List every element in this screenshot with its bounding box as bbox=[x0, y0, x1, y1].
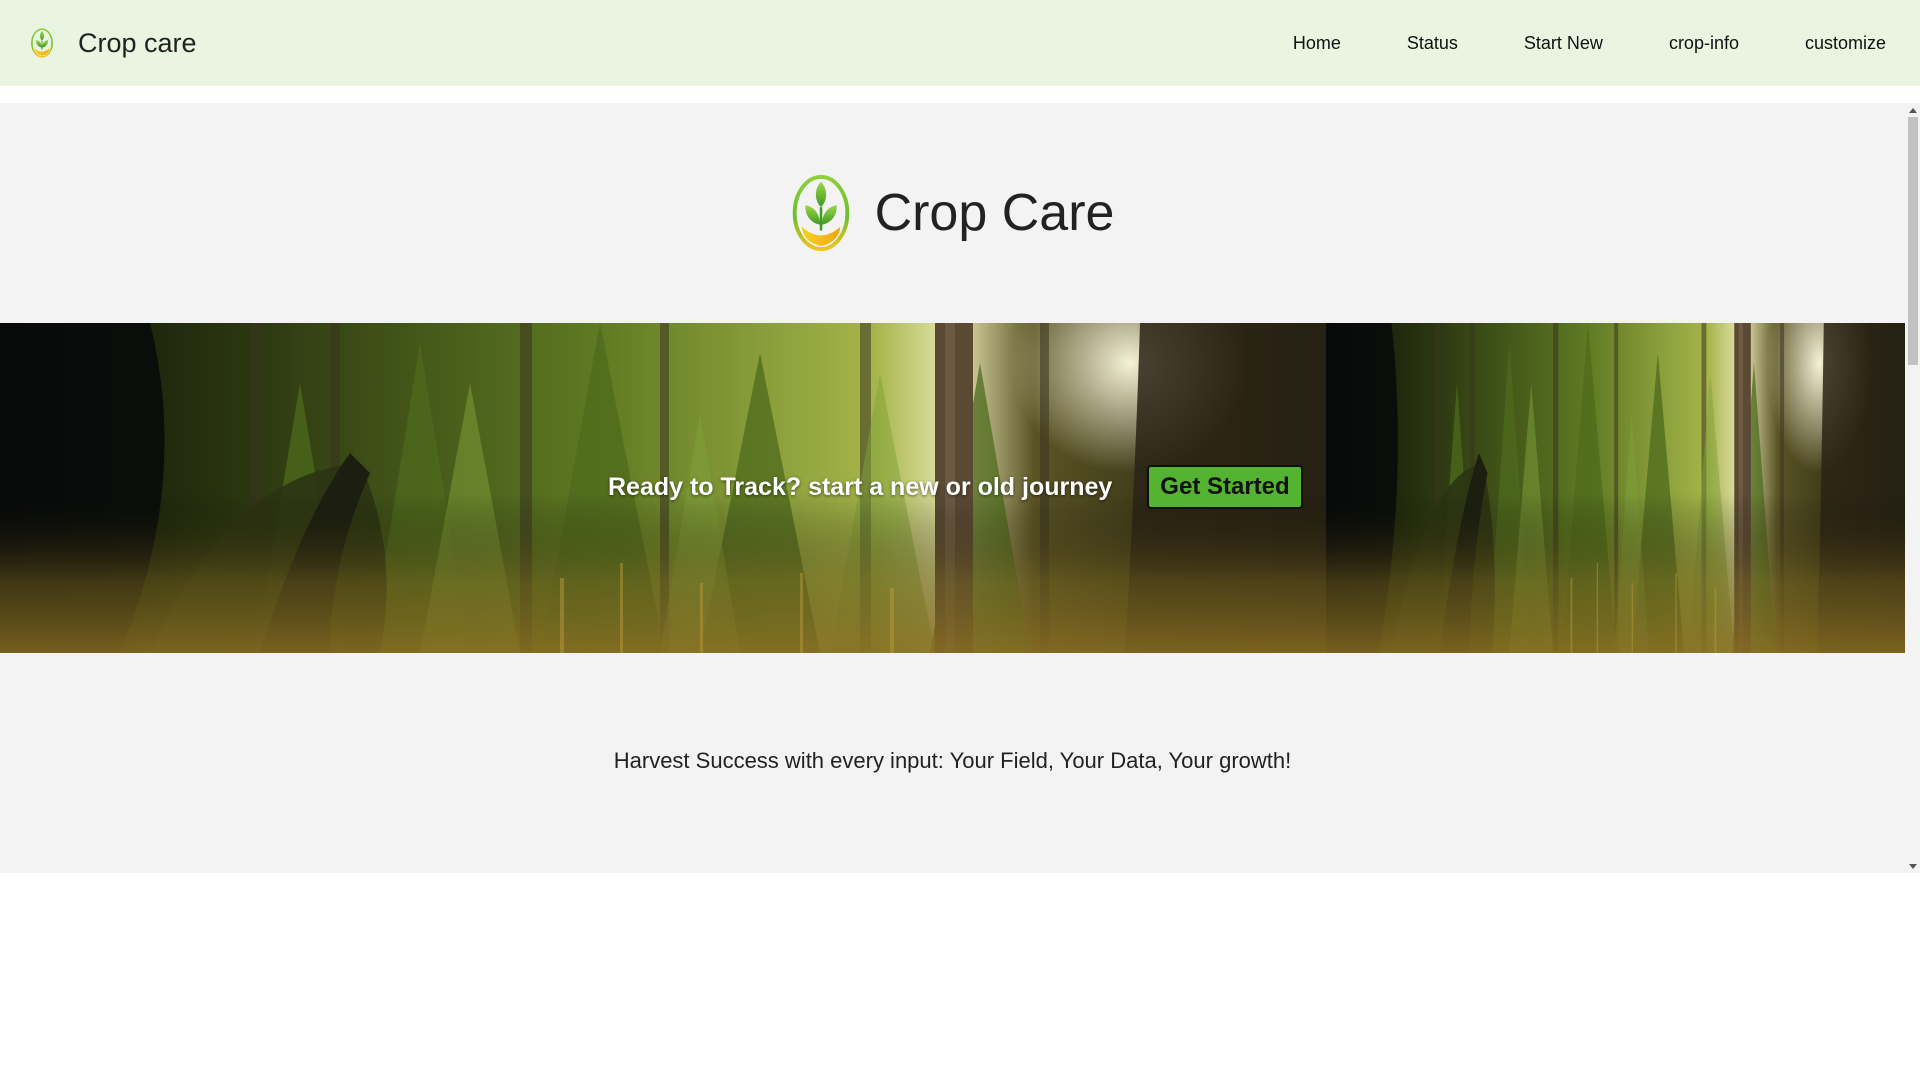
crop-logo-icon bbox=[28, 28, 56, 58]
nav-link-home[interactable]: Home bbox=[1293, 33, 1341, 54]
brand-name: Crop care bbox=[78, 27, 197, 58]
get-started-button[interactable]: Get Started bbox=[1147, 465, 1303, 510]
nav-links: Home Status Start New crop-info customiz… bbox=[1293, 0, 1886, 86]
banner-call-to-action: Ready to Track? start a new or old journ… bbox=[608, 465, 1303, 510]
crop-logo-icon bbox=[791, 174, 851, 252]
top-navbar: Crop care Home Status Start New crop-inf… bbox=[0, 0, 1920, 86]
scroll-up-arrow-icon[interactable] bbox=[1905, 103, 1920, 117]
brand-home-link[interactable]: Crop care bbox=[28, 28, 197, 59]
content-frame: Crop Care Ready to Track? start a new or… bbox=[0, 103, 1920, 873]
tagline: Harvest Success with every input: Your F… bbox=[613, 748, 1292, 773]
scroll-down-arrow-icon[interactable] bbox=[1905, 859, 1920, 873]
hero-banner: Ready to Track? start a new or old journ… bbox=[0, 323, 1905, 653]
scrollbar-thumb[interactable] bbox=[1908, 117, 1918, 365]
nav-link-start-new[interactable]: Start New bbox=[1524, 33, 1603, 54]
vertical-scrollbar[interactable] bbox=[1905, 103, 1920, 873]
forest-background-image-repeat bbox=[1326, 323, 1905, 653]
nav-link-status[interactable]: Status bbox=[1407, 33, 1458, 54]
nav-link-crop-info[interactable]: crop-info bbox=[1669, 33, 1739, 54]
page-content: Crop Care Ready to Track? start a new or… bbox=[0, 103, 1905, 873]
hero-header: Crop Care bbox=[0, 103, 1905, 323]
nav-link-customize[interactable]: customize bbox=[1805, 33, 1886, 54]
banner-text: Ready to Track? start a new or old journ… bbox=[608, 472, 1113, 501]
hero-title: Crop Care bbox=[874, 184, 1115, 242]
